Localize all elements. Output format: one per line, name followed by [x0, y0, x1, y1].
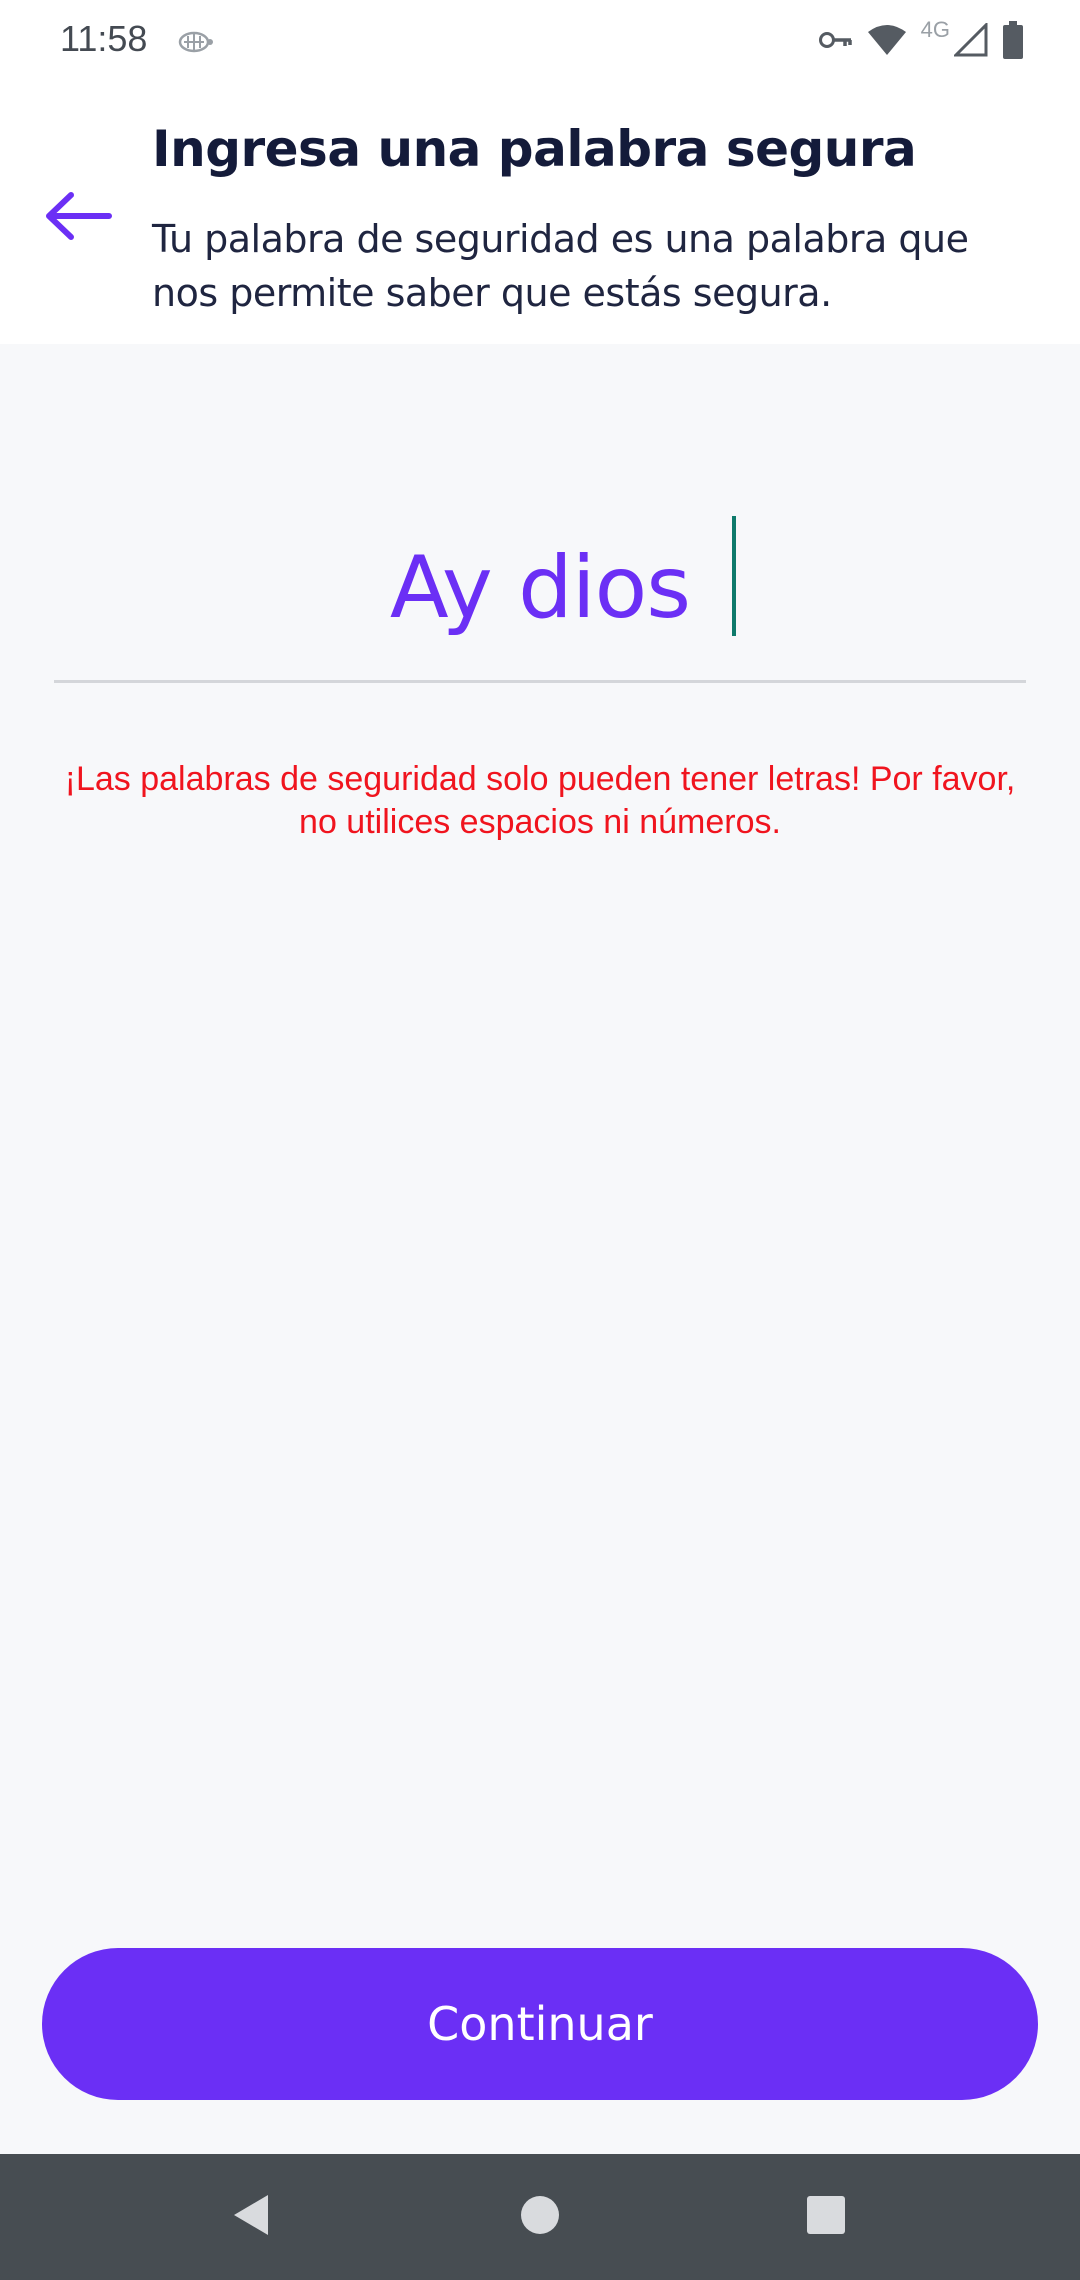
page-title: Ingresa una palabra segura: [152, 120, 917, 178]
notification-app-icon: [176, 26, 216, 56]
system-nav-bar: [0, 2154, 1080, 2280]
back-button[interactable]: [36, 176, 120, 260]
security-word-input[interactable]: [54, 500, 1026, 676]
status-icons: 4G: [818, 17, 1024, 62]
nav-back-icon: [230, 2193, 270, 2242]
network-type-label: 4G: [920, 17, 950, 42]
arrow-left-icon: [43, 191, 113, 246]
wifi-icon: [867, 24, 907, 56]
continue-button[interactable]: Continuar: [42, 1948, 1038, 2100]
nav-home-button[interactable]: [480, 2154, 600, 2280]
status-bar: 11:58 4G: [0, 0, 1080, 80]
nav-recents-icon: [806, 2195, 846, 2240]
battery-icon: [1002, 21, 1024, 59]
status-time: 11:58: [60, 18, 148, 59]
nav-back-button[interactable]: [190, 2154, 310, 2280]
header: Ingresa una palabra segura Tu palabra de…: [0, 80, 1080, 344]
page-subtitle: Tu palabra de seguridad es una palabra q…: [152, 217, 969, 315]
nav-recents-button[interactable]: [766, 2154, 886, 2280]
error-message: ¡Las palabras de seguridad solo pueden t…: [64, 760, 1016, 841]
security-word-field: [54, 500, 1026, 683]
text-cursor: [732, 516, 736, 636]
key-icon: [818, 30, 853, 50]
signal-icon: [954, 23, 988, 57]
nav-home-icon: [519, 2194, 561, 2241]
security-word-screen: 11:58 4G Ingresa una palabra segura Tu p…: [0, 0, 1080, 2280]
